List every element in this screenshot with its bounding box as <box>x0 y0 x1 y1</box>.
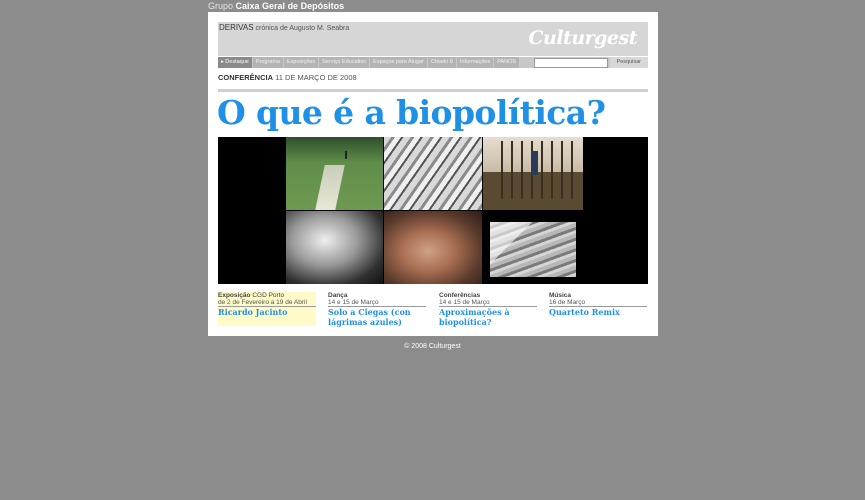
face-image <box>384 211 482 284</box>
derivas-link[interactable]: DERIVAS crónica de Augusto M. Seabra <box>219 23 349 32</box>
agenda-columns: Exposição CGD Porto de 2 de Fevereiro a … <box>218 292 648 332</box>
headline[interactable]: O que é a biopolítica? <box>217 93 606 132</box>
agenda-item-musica: Música 16 de Março Quarteto Remix <box>549 292 647 326</box>
agenda-category: Música <box>549 292 572 299</box>
event-date: 11 DE MARÇO DE 2008 <box>275 73 357 82</box>
site-header: DERIVAS crónica de Augusto M. Seabra Cul… <box>218 22 648 56</box>
nav-item-informacoes[interactable]: Informações <box>456 57 494 68</box>
main-nav: ▸ Destaque Programa Exposições Serviço E… <box>218 57 648 68</box>
page-container: DERIVAS crónica de Augusto M. Seabra Cul… <box>208 12 658 336</box>
search-button[interactable]: Pesquisar <box>609 57 648 68</box>
nav-item-panos[interactable]: PANOS <box>494 57 520 68</box>
abstract-image <box>286 211 383 284</box>
nav-item-chiado[interactable]: Chiado 8 <box>427 57 456 68</box>
culturgest-logo[interactable]: Culturgest <box>528 27 637 49</box>
section-name: DERIVAS <box>219 23 254 32</box>
agenda-date: 16 de Março <box>549 299 647 307</box>
section-desc: crónica de Augusto M. Seabra <box>255 25 350 32</box>
agenda-date: de 2 de Fevereiro a 19 de Abril <box>218 299 316 307</box>
divider <box>218 89 648 92</box>
group-title: Grupo Caixa Geral de Depósitos <box>208 1 344 11</box>
agenda-title[interactable]: Quarteto Remix <box>549 307 647 318</box>
agenda-category: Conferências <box>439 292 481 299</box>
nav-item-espacos[interactable]: Espaços para Alugar <box>370 57 427 68</box>
footer-copyright: © 2008 Culturgest <box>404 343 461 350</box>
nav-item-programa[interactable]: Programa <box>252 57 283 68</box>
grid-image <box>490 222 576 277</box>
nav-item-servico-educativo[interactable]: Serviço Educativo <box>319 57 370 68</box>
agenda-item-exposicao: Exposição CGD Porto de 2 de Fevereiro a … <box>218 292 316 326</box>
agenda-item-danca: Dança 14 e 15 de Março Solo a Ciegas (co… <box>328 292 426 326</box>
search-input[interactable] <box>533 57 608 68</box>
agenda-venue: CGD Porto <box>252 292 285 299</box>
agenda-category: Dança <box>328 292 348 299</box>
group-prefix: Grupo <box>208 1 234 11</box>
agenda-date: 14 e 15 de Março <box>328 299 426 307</box>
agenda-date: 14 e 15 de Março <box>439 299 537 307</box>
search-area: Pesquisar <box>533 57 648 68</box>
agenda-title[interactable]: Aproximações à biopolítica? <box>439 307 537 327</box>
agenda-category: Exposição CGD Porto <box>218 292 285 299</box>
nav-item-destaque[interactable]: ▸ Destaque <box>218 57 252 68</box>
bodies-image <box>384 137 482 210</box>
agenda-title[interactable]: Ricardo Jacinto <box>218 307 316 318</box>
nav-item-exposicoes[interactable]: Exposições <box>284 57 319 68</box>
event-line: CONFERÊNCIA 11 DE MARÇO DE 2008 <box>218 73 357 82</box>
hero-image-collage[interactable] <box>218 137 648 284</box>
event-category: CONFERÊNCIA <box>218 73 274 82</box>
field-image <box>286 137 383 210</box>
barracks-image <box>483 137 583 210</box>
agenda-item-conferencias: Conferências 14 e 15 de Março Aproximaçõ… <box>439 292 537 326</box>
agenda-title[interactable]: Solo a Ciegas (con lágrimas azules) <box>328 307 426 327</box>
group-name[interactable]: Caixa Geral de Depósitos <box>236 1 345 11</box>
